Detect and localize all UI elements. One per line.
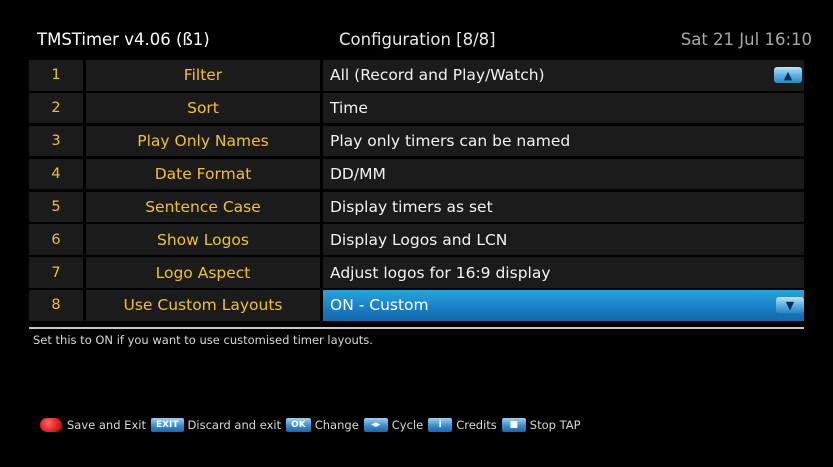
setting-value-selected[interactable]: ON - Custom ▼ bbox=[323, 290, 804, 321]
header-bar: TMSTimer v4.06 (ß1) Configuration [8/8] … bbox=[28, 20, 816, 58]
config-row-date-format[interactable]: 4 Date Format DD/MM bbox=[29, 158, 804, 190]
config-table: 1 Filter All (Record and Play/Watch) ▲ 2… bbox=[29, 60, 804, 323]
config-row-filter[interactable]: 1 Filter All (Record and Play/Watch) ▲ bbox=[29, 60, 804, 91]
setting-label: Filter bbox=[86, 60, 320, 91]
setting-value[interactable]: DD/MM bbox=[323, 158, 804, 190]
row-number: 2 bbox=[29, 92, 83, 124]
change-label: Change bbox=[314, 418, 359, 432]
save-exit-label: Save and Exit bbox=[67, 418, 146, 432]
ok-key-icon: OK bbox=[286, 418, 311, 432]
row-number: 5 bbox=[29, 191, 83, 223]
divider bbox=[29, 327, 804, 329]
setting-value[interactable]: Time bbox=[323, 92, 804, 124]
info-key-icon: i bbox=[428, 418, 453, 432]
config-row-use-custom-layouts[interactable]: 8 Use Custom Layouts ON - Custom ▼ bbox=[29, 290, 804, 321]
config-row-logo-aspect[interactable]: 7 Logo Aspect Adjust logos for 16:9 disp… bbox=[29, 257, 804, 288]
row-number: 8 bbox=[29, 290, 83, 321]
stop-key-icon: ■ bbox=[501, 418, 526, 432]
credits-label: Credits bbox=[456, 418, 497, 432]
setting-label: Use Custom Layouts bbox=[86, 290, 320, 321]
setting-value-text: All (Record and Play/Watch) bbox=[330, 66, 545, 85]
down-arrow-icon[interactable]: ▼ bbox=[776, 297, 804, 314]
setting-label: Show Logos bbox=[86, 224, 320, 255]
help-text: Set this to ON if you want to use custom… bbox=[33, 333, 373, 347]
setting-label: Sentence Case bbox=[86, 191, 320, 223]
footer-key-legend: Save and Exit EXIT Discard and exit OK C… bbox=[40, 416, 581, 434]
setting-value-text: ON - Custom bbox=[330, 296, 429, 315]
setting-value[interactable]: Play only timers can be named bbox=[323, 125, 804, 157]
config-row-sort[interactable]: 2 Sort Time bbox=[29, 92, 804, 124]
setting-value[interactable]: Display timers as set bbox=[323, 191, 804, 223]
config-row-show-logos[interactable]: 6 Show Logos Display Logos and LCN bbox=[29, 224, 804, 255]
stop-tap-label: Stop TAP bbox=[529, 418, 581, 432]
tmstimer-config-screen: TMSTimer v4.06 (ß1) Configuration [8/8] … bbox=[0, 0, 833, 467]
left-right-key-icon: ◂▸ bbox=[363, 418, 388, 432]
config-row-sentence-case[interactable]: 5 Sentence Case Display timers as set bbox=[29, 191, 804, 223]
setting-label: Date Format bbox=[86, 158, 320, 190]
setting-label: Play Only Names bbox=[86, 125, 320, 157]
row-number: 1 bbox=[29, 60, 83, 91]
setting-value[interactable]: Display Logos and LCN bbox=[323, 224, 804, 255]
row-number: 4 bbox=[29, 158, 83, 190]
discard-exit-label: Discard and exit bbox=[187, 418, 282, 432]
screen-title: Configuration [8/8] bbox=[339, 29, 496, 49]
cycle-label: Cycle bbox=[391, 418, 424, 432]
row-number: 7 bbox=[29, 257, 83, 288]
setting-label: Sort bbox=[86, 92, 320, 124]
datetime: Sat 21 Jul 16:10 bbox=[680, 29, 812, 49]
setting-value[interactable]: All (Record and Play/Watch) ▲ bbox=[323, 60, 804, 91]
up-arrow-icon[interactable]: ▲ bbox=[774, 67, 802, 84]
red-button-icon bbox=[40, 418, 62, 432]
setting-value[interactable]: Adjust logos for 16:9 display bbox=[323, 257, 804, 288]
row-number: 6 bbox=[29, 224, 83, 255]
setting-label: Logo Aspect bbox=[86, 257, 320, 288]
config-row-play-only-names[interactable]: 3 Play Only Names Play only timers can b… bbox=[29, 125, 804, 157]
exit-key-icon: EXIT bbox=[150, 418, 184, 432]
app-title: TMSTimer v4.06 (ß1) bbox=[37, 29, 210, 49]
row-number: 3 bbox=[29, 125, 83, 157]
